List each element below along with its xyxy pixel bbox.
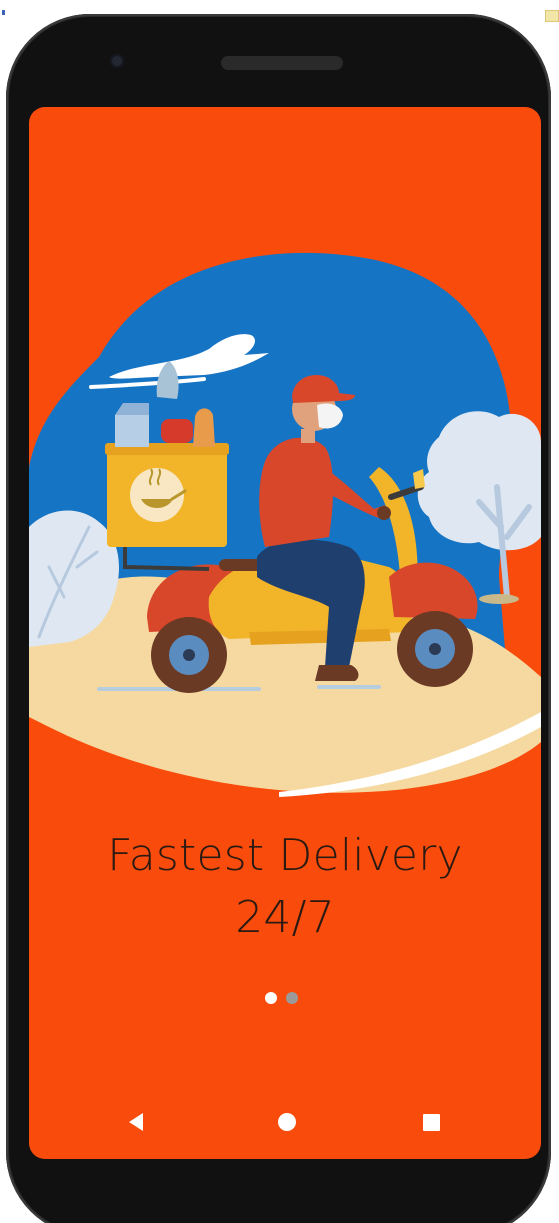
page-indicator	[265, 992, 298, 1006]
phone-frame: Fastest Delivery 24/7	[6, 14, 551, 1223]
earpiece-speaker	[221, 56, 343, 70]
rear-wheel-center	[183, 649, 195, 661]
onboarding-screen[interactable]: Fastest Delivery 24/7	[29, 107, 541, 1159]
back-triangle-icon[interactable]	[129, 1113, 143, 1131]
rider-neck	[301, 429, 315, 443]
headline-line-2: 24/7	[235, 892, 335, 943]
tomatoes	[161, 419, 193, 443]
onboarding-headline: Fastest Delivery 24/7	[29, 825, 541, 949]
system-navigation-bar	[29, 1099, 541, 1159]
page-indicator-dot-active[interactable]	[265, 992, 277, 1004]
front-wheel-center	[429, 643, 441, 655]
front-camera	[110, 54, 124, 68]
rider-hand	[377, 506, 391, 520]
bread	[193, 408, 215, 447]
recents-square-icon[interactable]	[423, 1114, 440, 1131]
window-corner-marker	[2, 10, 5, 15]
tree-shadow	[479, 594, 519, 604]
rider-torso	[259, 437, 334, 547]
home-circle-icon[interactable]	[278, 1113, 296, 1131]
delivery-scooter-illustration	[29, 252, 541, 797]
milk-carton	[115, 415, 149, 447]
rider-shoe	[315, 665, 359, 681]
page: Fastest Delivery 24/7	[0, 0, 559, 1223]
headline-line-1: Fastest Delivery	[107, 830, 463, 881]
page-indicator-dot[interactable]	[286, 992, 298, 1004]
window-corner-tab	[545, 10, 559, 22]
